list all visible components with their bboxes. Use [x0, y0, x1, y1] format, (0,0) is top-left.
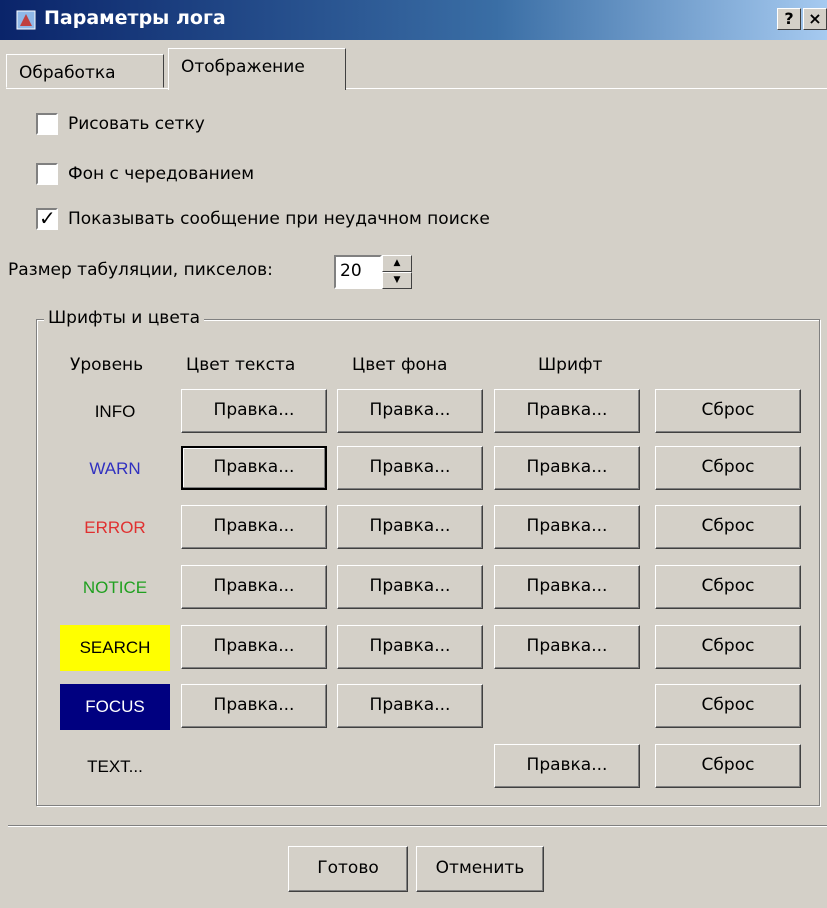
show-search-fail-message-label[interactable]: Показывать сообщение при неудачном поиск… [68, 209, 490, 229]
fonts-colors-legend: Шрифты и цвета [44, 308, 205, 328]
spin-up-icon[interactable]: ▲ [382, 255, 412, 272]
focus-reset-button[interactable]: Сброс [655, 684, 801, 728]
draw-grid-label[interactable]: Рисовать сетку [68, 114, 205, 134]
search-bg-color-button[interactable]: Правка... [337, 625, 483, 669]
level-label-warn: WARN [89, 459, 141, 478]
search-font-button[interactable]: Правка... [494, 625, 640, 669]
help-button[interactable]: ? [777, 8, 801, 30]
notice-bg-color-button[interactable]: Правка... [337, 565, 483, 609]
info-reset-button[interactable]: Сброс [655, 389, 801, 433]
focus-bg-color-button[interactable]: Правка... [337, 684, 483, 728]
footer-separator [8, 825, 827, 827]
header-bg-color: Цвет фона [352, 355, 448, 375]
cancel-button-label: Отменить [435, 858, 525, 878]
tab-panel-border [6, 88, 827, 89]
level-label-info: INFO [94, 402, 136, 421]
ok-button[interactable]: Готово [288, 846, 408, 892]
tab-size-label: Размер табуляции, пикселов: [8, 260, 273, 280]
draw-grid-checkbox[interactable] [36, 113, 58, 135]
notice-reset-button[interactable]: Сброс [655, 565, 801, 609]
info-text-color-button[interactable]: Правка... [181, 389, 327, 433]
error-reset-button[interactable]: Сброс [655, 505, 801, 549]
warn-reset-button[interactable]: Сброс [655, 446, 801, 490]
notice-text-color-button[interactable]: Правка... [181, 565, 327, 609]
error-text-color-button[interactable]: Правка... [181, 505, 327, 549]
check-mark-icon: ✓ [39, 206, 56, 230]
search-text-color-button[interactable]: Правка... [181, 625, 327, 669]
tab-display[interactable]: Отображение [168, 48, 346, 90]
tab-size-spinner[interactable]: ▲ ▼ [382, 255, 412, 289]
level-label-focus: FOCUS [60, 684, 170, 730]
info-bg-color-button[interactable]: Правка... [337, 389, 483, 433]
level-label-text: TEXT... [87, 757, 143, 776]
title-bar: Параметры лога ? × [0, 0, 827, 40]
warn-bg-color-button[interactable]: Правка... [337, 446, 483, 490]
search-reset-button[interactable]: Сброс [655, 625, 801, 669]
show-search-fail-message-checkbox[interactable]: ✓ [36, 206, 58, 230]
window-title: Параметры лога [44, 7, 226, 29]
level-label-error: ERROR [84, 518, 146, 537]
header-font: Шрифт [538, 355, 603, 375]
tab-processing[interactable]: Обработка [6, 54, 164, 88]
level-label-search: SEARCH [60, 625, 170, 671]
header-level: Уровень [70, 355, 144, 375]
app-icon [16, 10, 36, 30]
header-text-color: Цвет текста [186, 355, 296, 375]
alternating-bg-checkbox[interactable] [36, 163, 58, 185]
warn-font-button[interactable]: Правка... [494, 446, 640, 490]
spin-down-icon[interactable]: ▼ [382, 272, 412, 289]
focus-text-color-button[interactable]: Правка... [181, 684, 327, 728]
close-button[interactable]: × [803, 8, 827, 30]
tab-size-input[interactable]: 20 [334, 255, 382, 289]
alternating-bg-label[interactable]: Фон с чередованием [68, 164, 254, 184]
text-reset-button[interactable]: Сброс [655, 744, 801, 788]
error-bg-color-button[interactable]: Правка... [337, 505, 483, 549]
cancel-button[interactable]: Отменить [416, 846, 544, 892]
ok-button-label: Готово [317, 858, 379, 878]
notice-font-button[interactable]: Правка... [494, 565, 640, 609]
text-font-button[interactable]: Правка... [494, 744, 640, 788]
level-label-notice: NOTICE [82, 578, 148, 597]
warn-text-color-button[interactable]: Правка... [181, 446, 327, 490]
error-font-button[interactable]: Правка... [494, 505, 640, 549]
info-font-button[interactable]: Правка... [494, 389, 640, 433]
